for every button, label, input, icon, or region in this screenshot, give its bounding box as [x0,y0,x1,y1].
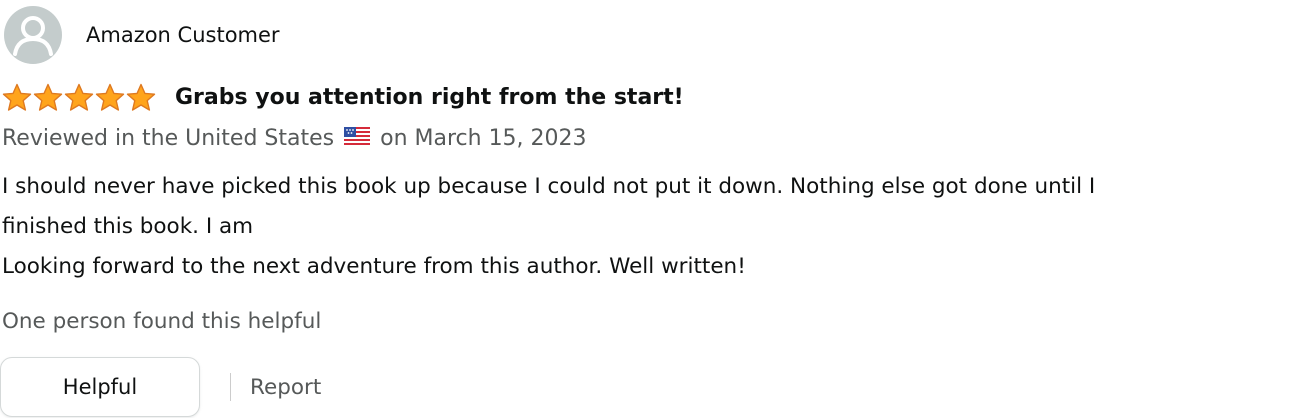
rating-row: Grabs you attention right from the start… [2,80,684,114]
review-actions: Helpful Report [0,356,321,418]
customer-review: Amazon Customer Grabs you attention righ… [0,0,1304,418]
review-date: on March 15, 2023 [380,125,587,151]
star-icon [95,83,125,112]
helpful-button[interactable]: Helpful [0,357,200,417]
star-icon [2,83,32,112]
star-rating[interactable] [2,83,156,112]
helpful-count: One person found this helpful [2,308,322,334]
default-user-avatar-icon [4,6,62,64]
report-link[interactable]: Report [250,375,321,400]
star-icon [64,83,94,112]
us-flag-icon [344,126,371,151]
reviewed-in-label: Reviewed in the United States [2,125,335,151]
review-body-line: Looking forward to the next adventure fr… [2,254,746,279]
star-icon [33,83,63,112]
review-body: I should never have picked this book up … [2,167,1296,287]
star-icon [126,83,156,112]
review-body-line: I should never have picked this book up … [2,174,1096,199]
action-divider [230,373,231,401]
review-body-line: finished this book. I am [2,214,254,239]
review-location-date: Reviewed in the United States on March 1… [2,121,587,155]
reviewer-profile[interactable]: Amazon Customer [4,6,280,64]
reviewer-name: Amazon Customer [86,23,280,47]
review-title[interactable]: Grabs you attention right from the start… [175,85,684,110]
